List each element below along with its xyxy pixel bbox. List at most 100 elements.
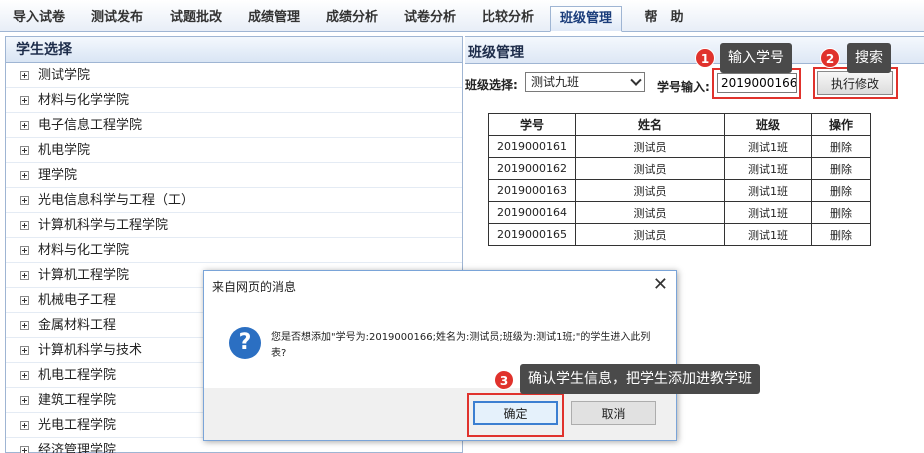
- step-1-badge: 1: [695, 48, 715, 68]
- column-header-name: 姓名: [575, 113, 725, 136]
- delete-link[interactable]: 删除: [811, 179, 871, 202]
- step-1-callout: 输入学号: [720, 43, 792, 73]
- tab-class-management[interactable]: 班级管理: [550, 6, 622, 32]
- cell-class: 测试1班: [724, 223, 812, 246]
- tree-item-label: 测试学院: [38, 68, 91, 83]
- tree-item-label: 电子信息工程学院: [38, 118, 143, 133]
- table-row: 2019000163 测试员 测试1班 删除: [488, 179, 871, 202]
- step-3-callout: 确认学生信息，把学生添加进教学班: [520, 364, 760, 394]
- student-table: 学号 姓名 班级 操作 2019000161 测试员 测试1班 删除 20190…: [488, 113, 871, 246]
- tree-item-label: 计算机科学与技术: [38, 343, 143, 358]
- tree-item-label: 机械电子工程: [38, 293, 117, 308]
- cell-student-id: 2019000162: [488, 157, 576, 180]
- tree-item[interactable]: 材料与化工学院: [6, 238, 462, 263]
- question-icon: ?: [229, 327, 261, 359]
- expand-plus-icon[interactable]: [20, 296, 29, 305]
- tree-item[interactable]: 计算机科学与工程学院: [6, 213, 462, 238]
- table-row: 2019000162 测试员 测试1班 删除: [488, 157, 871, 180]
- tree-item-label: 建筑工程学院: [38, 393, 117, 408]
- expand-plus-icon[interactable]: [20, 221, 29, 230]
- tab-grading[interactable]: 试题批改: [163, 6, 229, 32]
- tree-item[interactable]: 电子信息工程学院: [6, 113, 462, 138]
- tree-item-label: 计算机科学与工程学院: [38, 218, 169, 233]
- tab-paper-analysis[interactable]: 试卷分析: [397, 6, 463, 32]
- cell-class: 测试1班: [724, 201, 812, 224]
- expand-plus-icon[interactable]: [20, 321, 29, 330]
- delete-link[interactable]: 删除: [811, 223, 871, 246]
- cell-student-id: 2019000161: [488, 135, 576, 158]
- student-selection-title: 学生选择: [6, 37, 462, 63]
- dialog-footer: 确定 取消: [204, 388, 676, 440]
- expand-plus-icon[interactable]: [20, 396, 29, 405]
- tree-item-label: 光电工程学院: [38, 418, 117, 433]
- expand-plus-icon[interactable]: [20, 71, 29, 80]
- tab-import-paper[interactable]: 导入试卷: [6, 6, 72, 32]
- tree-item[interactable]: 测试学院: [6, 63, 462, 88]
- cell-class: 测试1班: [724, 157, 812, 180]
- tree-item-label: 计算机工程学院: [38, 268, 130, 283]
- column-header-student-id: 学号: [488, 113, 576, 136]
- table-row: 2019000161 测试员 测试1班 删除: [488, 135, 871, 158]
- class-select[interactable]: 测试九班: [525, 72, 645, 92]
- cell-name: 测试员: [575, 179, 725, 202]
- tree-item-label: 机电学院: [38, 143, 91, 158]
- expand-plus-icon[interactable]: [20, 121, 29, 130]
- class-select-label: 班级选择:: [465, 78, 518, 92]
- top-nav: 导入试卷 测试发布 试题批改 成绩管理 成绩分析 试卷分析 比较分析 班级管理 …: [0, 0, 924, 32]
- tree-item[interactable]: 机电学院: [6, 138, 462, 163]
- confirm-dialog: 来自网页的消息 ✕ ? 您是否想添加"学号为:2019000166;姓名为:测试…: [203, 270, 677, 441]
- cell-name: 测试员: [575, 135, 725, 158]
- cell-class: 测试1班: [724, 179, 812, 202]
- step-2-callout: 搜索: [847, 43, 891, 73]
- ok-highlight-box: [467, 393, 564, 437]
- cancel-button[interactable]: 取消: [571, 401, 656, 425]
- expand-plus-icon[interactable]: [20, 446, 29, 453]
- class-select-value: 测试九班: [531, 75, 580, 89]
- cell-class: 测试1班: [724, 135, 812, 158]
- dialog-message: 您是否想添加"学号为:2019000166;姓名为:测试员;班级为:测试1班;"…: [271, 332, 651, 359]
- tab-compare-analysis[interactable]: 比较分析: [475, 6, 541, 32]
- expand-plus-icon[interactable]: [20, 271, 29, 280]
- tree-item-label: 机电工程学院: [38, 368, 117, 383]
- tree-item[interactable]: 材料与化学学院: [6, 88, 462, 113]
- tab-score-analysis[interactable]: 成绩分析: [319, 6, 385, 32]
- tree-item-label: 金属材料工程: [38, 318, 117, 333]
- chevron-down-icon: [630, 74, 642, 86]
- tree-item-label: 理学院: [38, 168, 78, 183]
- table-header-row: 学号 姓名 班级 操作: [488, 113, 871, 136]
- tree-item-label: 经济管理学院: [38, 443, 117, 453]
- tree-item[interactable]: 理学院: [6, 163, 462, 188]
- expand-plus-icon[interactable]: [20, 146, 29, 155]
- student-id-label: 学号输入:: [657, 80, 710, 94]
- expand-plus-icon[interactable]: [20, 96, 29, 105]
- step-3-badge: 3: [494, 370, 514, 390]
- cell-name: 测试员: [575, 157, 725, 180]
- close-icon[interactable]: ✕: [653, 274, 668, 295]
- column-header-class: 班级: [724, 113, 812, 136]
- delete-link[interactable]: 删除: [811, 201, 871, 224]
- cell-student-id: 2019000164: [488, 201, 576, 224]
- expand-plus-icon[interactable]: [20, 371, 29, 380]
- tree-item[interactable]: 光电信息科学与工程（工）: [6, 188, 462, 213]
- delete-link[interactable]: 删除: [811, 135, 871, 158]
- expand-plus-icon[interactable]: [20, 246, 29, 255]
- expand-plus-icon[interactable]: [20, 171, 29, 180]
- table-row: 2019000165 测试员 测试1班 删除: [488, 223, 871, 246]
- expand-plus-icon[interactable]: [20, 421, 29, 430]
- app-root: 导入试卷 测试发布 试题批改 成绩管理 成绩分析 试卷分析 比较分析 班级管理 …: [0, 0, 924, 453]
- step-2-badge: 2: [820, 48, 840, 68]
- table-row: 2019000164 测试员 测试1班 删除: [488, 201, 871, 224]
- expand-plus-icon[interactable]: [20, 346, 29, 355]
- tab-test-publish[interactable]: 测试发布: [84, 6, 150, 32]
- tree-item-label: 光电信息科学与工程（工）: [38, 193, 195, 208]
- delete-link[interactable]: 删除: [811, 157, 871, 180]
- cell-name: 测试员: [575, 201, 725, 224]
- cell-student-id: 2019000165: [488, 223, 576, 246]
- cell-name: 测试员: [575, 223, 725, 246]
- expand-plus-icon[interactable]: [20, 196, 29, 205]
- column-header-action: 操作: [811, 113, 871, 136]
- tab-score-management[interactable]: 成绩管理: [241, 6, 307, 32]
- tree-item-label: 材料与化工学院: [38, 243, 130, 258]
- dialog-title: 来自网页的消息: [212, 280, 297, 294]
- tab-help[interactable]: 帮 助: [636, 6, 692, 32]
